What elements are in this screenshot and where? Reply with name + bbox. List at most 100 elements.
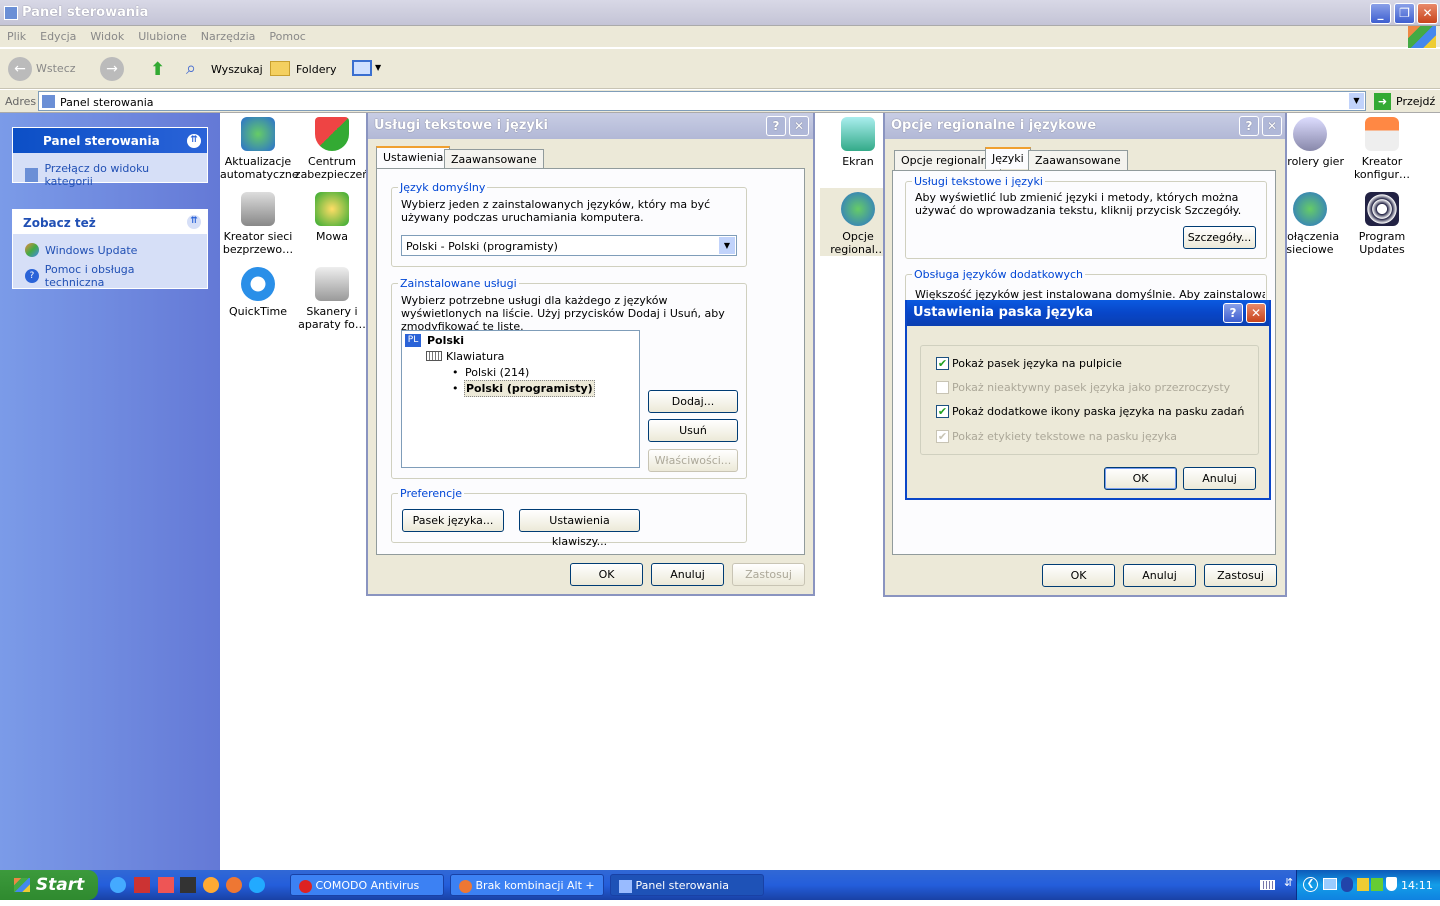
maximize-button[interactable]: ❐ bbox=[1394, 3, 1415, 24]
minimize-button[interactable]: _ bbox=[1370, 3, 1391, 24]
ok-button[interactable]: OK bbox=[1104, 467, 1177, 490]
ok-button[interactable]: OK bbox=[570, 563, 643, 586]
tab-advanced[interactable]: Zaawansowane bbox=[1028, 150, 1128, 170]
views-dropdown-icon[interactable]: ▼ bbox=[375, 63, 381, 72]
bluetooth-icon[interactable] bbox=[1341, 877, 1353, 892]
help-button[interactable]: ? bbox=[1239, 116, 1259, 136]
tab-settings[interactable]: Ustawienia bbox=[376, 146, 451, 168]
switch-category-view-link[interactable]: Przełącz do widoku kategorii bbox=[13, 159, 207, 191]
keyboard-indicator-icon[interactable] bbox=[1260, 880, 1275, 890]
clock[interactable]: 14:11 bbox=[1401, 879, 1433, 892]
app-icon[interactable] bbox=[180, 877, 196, 893]
scanners-cameras-icon[interactable]: Skanery i aparaty fo… bbox=[294, 263, 370, 331]
quicktime-icon[interactable]: QuickTime bbox=[220, 263, 296, 318]
apply-button[interactable]: Zastosuj bbox=[1204, 564, 1277, 587]
transparent-language-bar-checkbox[interactable] bbox=[936, 381, 949, 394]
firefox-icon[interactable] bbox=[226, 877, 242, 893]
address-dropdown-icon[interactable]: ▼ bbox=[1349, 93, 1364, 109]
properties-button[interactable]: Właściwości... bbox=[648, 449, 738, 472]
regional-options-title-bar[interactable]: Opcje regionalne i językowe ? ✕ bbox=[885, 113, 1285, 139]
help-button[interactable]: ? bbox=[766, 116, 786, 136]
menu-file[interactable]: Plik bbox=[0, 26, 33, 47]
back-button[interactable]: ← Wstecz bbox=[8, 56, 92, 82]
close-button[interactable]: ✕ bbox=[789, 116, 809, 136]
folders-button[interactable]: Foldery bbox=[270, 57, 342, 81]
menu-edit[interactable]: Edycja bbox=[33, 26, 83, 47]
control-panel-header[interactable]: Panel sterowania ⇈ bbox=[13, 128, 207, 153]
windows-update-link[interactable]: Windows Update bbox=[13, 240, 207, 260]
tab-languages[interactable]: Języki bbox=[985, 147, 1031, 169]
collapse-icon[interactable]: ⇈ bbox=[187, 134, 201, 148]
close-button[interactable]: ✕ bbox=[1246, 303, 1266, 323]
menu-help[interactable]: Pomoc bbox=[262, 26, 312, 47]
wireless-icon bbox=[241, 192, 275, 226]
details-button[interactable]: Szczegóły... bbox=[1183, 226, 1256, 249]
address-input[interactable]: Panel sterowania ▼ bbox=[38, 91, 1366, 111]
start-button[interactable]: Start bbox=[0, 870, 98, 900]
language-bar-button[interactable]: Pasek języka... bbox=[402, 509, 504, 532]
app-tray-icon[interactable] bbox=[1357, 878, 1369, 891]
network-setup-wizard-icon[interactable]: Kreator konfigur… bbox=[1344, 113, 1420, 181]
installed-services-tree[interactable]: PL Polski Klawiatura • Polski (214) • Po… bbox=[401, 330, 640, 468]
tree-language[interactable]: Polski bbox=[427, 334, 464, 347]
network-icon[interactable] bbox=[1323, 878, 1337, 890]
tab-advanced[interactable]: Zaawansowane bbox=[444, 149, 544, 169]
help-button[interactable]: ? bbox=[1223, 303, 1243, 323]
transparent-language-bar-label[interactable]: Pokaż nieaktywny pasek języka jako przez… bbox=[952, 381, 1230, 394]
app-tray-icon[interactable] bbox=[1371, 878, 1383, 891]
show-language-bar-checkbox[interactable]: ✔ bbox=[936, 357, 949, 370]
security-center-icon[interactable]: Centrum zabezpieczeń bbox=[294, 113, 370, 181]
text-services-title-bar[interactable]: Usługi tekstowe i języki ? ✕ bbox=[368, 113, 813, 139]
close-button[interactable]: ✕ bbox=[1417, 3, 1438, 24]
app-icon[interactable] bbox=[158, 877, 174, 893]
app-icon[interactable] bbox=[203, 877, 219, 893]
window-title-bar[interactable]: Panel sterowania _ ❐ ✕ bbox=[0, 0, 1440, 26]
app-icon[interactable] bbox=[134, 877, 150, 893]
tree-keyboard[interactable]: Klawiatura bbox=[446, 350, 504, 363]
automatic-updates-icon[interactable]: Aktualizacje automatyczne bbox=[220, 113, 299, 181]
speech-icon[interactable]: Mowa bbox=[294, 188, 370, 243]
additional-icons-label[interactable]: Pokaż dodatkowe ikony paska języka na pa… bbox=[952, 405, 1244, 418]
up-folder-icon[interactable]: ⬆ bbox=[150, 59, 170, 80]
additional-icons-checkbox[interactable]: ✔ bbox=[936, 405, 949, 418]
close-button[interactable]: ✕ bbox=[1262, 116, 1282, 136]
cancel-button[interactable]: Anuluj bbox=[1123, 564, 1196, 587]
taskbar-button-browser[interactable]: Brak kombinacji Alt + … bbox=[450, 874, 604, 906]
show-language-bar-label[interactable]: Pokaż pasek języka na pulpicie bbox=[952, 357, 1122, 370]
ie-icon[interactable] bbox=[110, 877, 126, 893]
taskbar-button-comodo[interactable]: COMODO Antivirus bbox=[290, 874, 444, 896]
menu-bar: Plik Edycja Widok Ulubione Narzędzia Pomoc bbox=[0, 26, 1440, 48]
text-labels-checkbox[interactable]: ✔ bbox=[936, 430, 949, 443]
language-bar-icon[interactable]: ⇵ bbox=[1284, 876, 1293, 889]
wireless-wizard-icon[interactable]: Kreator sieci bezprzewo… bbox=[220, 188, 296, 256]
forward-arrow-icon[interactable]: → bbox=[100, 57, 124, 81]
menu-tools[interactable]: Narzędzia bbox=[194, 26, 263, 47]
cancel-button[interactable]: Anuluj bbox=[651, 563, 724, 586]
skype-icon[interactable] bbox=[249, 877, 265, 893]
language-bar-settings-title-bar[interactable]: Ustawienia paska języka ? ✕ bbox=[907, 300, 1269, 326]
help-support-link[interactable]: ? Pomoc i obsługa techniczna bbox=[13, 260, 207, 292]
tree-item-selected[interactable]: Polski (programisty) bbox=[464, 380, 595, 397]
shield-icon[interactable] bbox=[1386, 877, 1397, 891]
menu-view[interactable]: Widok bbox=[83, 26, 131, 47]
go-button[interactable]: ➜ Przejdź bbox=[1372, 92, 1436, 111]
cancel-button[interactable]: Anuluj bbox=[1183, 467, 1256, 490]
views-icon[interactable] bbox=[352, 60, 372, 76]
ok-button[interactable]: OK bbox=[1042, 564, 1115, 587]
see-also-header[interactable]: Zobacz też ⇈ bbox=[13, 210, 207, 234]
remove-button[interactable]: Usuń bbox=[648, 419, 738, 442]
tree-item[interactable]: Polski (214) bbox=[465, 366, 529, 379]
search-button[interactable]: ⌕ Wyszukaj bbox=[184, 57, 264, 81]
program-updates-icon[interactable]: Program Updates bbox=[1344, 188, 1420, 256]
menu-favorites[interactable]: Ulubione bbox=[131, 26, 194, 47]
language-bar-settings-dialog: Ustawienia paska języka ? ✕ ✔ Pokaż pase… bbox=[905, 300, 1271, 500]
text-labels-label[interactable]: Pokaż etykiety tekstowe na pasku języka bbox=[952, 430, 1177, 443]
chevron-left-icon[interactable]: ❮ bbox=[1303, 877, 1318, 892]
default-language-select[interactable]: Polski - Polski (programisty) ▼ bbox=[401, 235, 737, 256]
apply-button[interactable]: Zastosuj bbox=[732, 563, 805, 586]
key-settings-button[interactable]: Ustawienia klawiszy... bbox=[519, 509, 640, 548]
chevron-down-icon[interactable]: ▼ bbox=[719, 237, 735, 254]
taskbar-button-control-panel[interactable]: Panel sterowania bbox=[610, 874, 764, 896]
collapse-icon[interactable]: ⇈ bbox=[187, 215, 201, 229]
add-button[interactable]: Dodaj... bbox=[648, 390, 738, 413]
